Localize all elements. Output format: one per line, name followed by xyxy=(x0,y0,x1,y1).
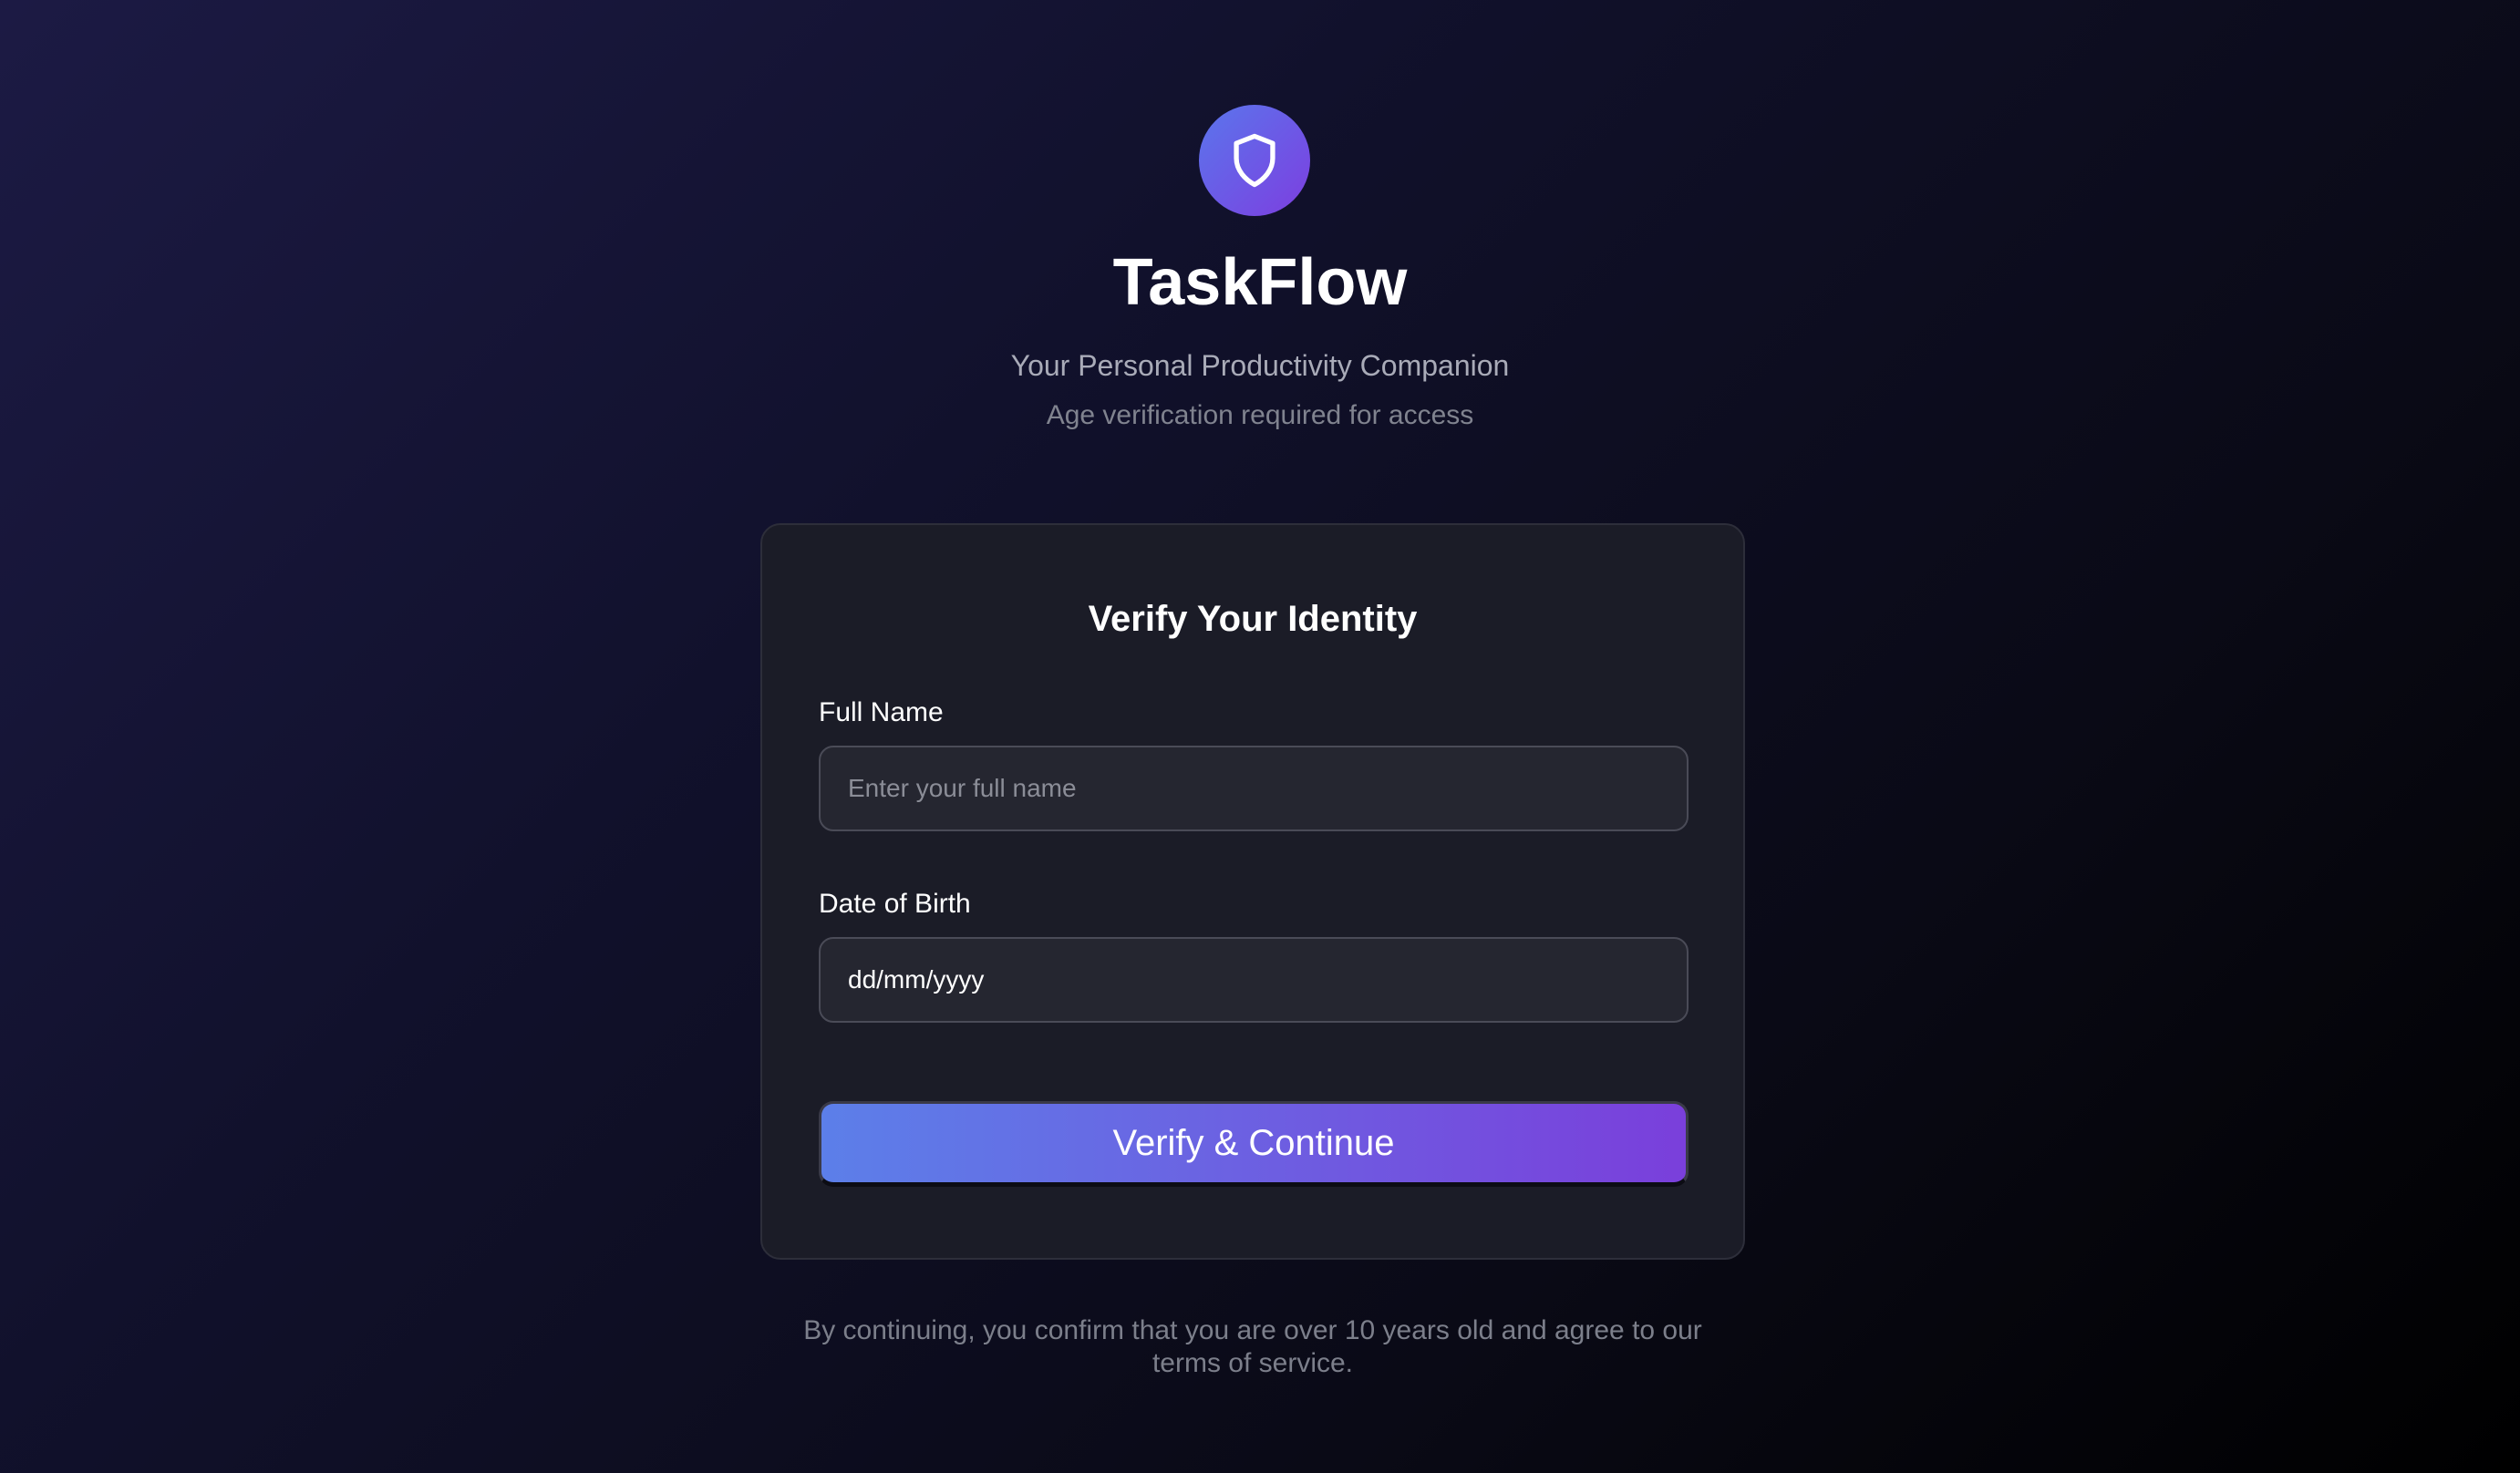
shield-icon xyxy=(1234,133,1275,188)
verify-continue-button[interactable]: Verify & Continue xyxy=(819,1101,1689,1187)
verification-card: Verify Your Identity Full Name Date of B… xyxy=(760,523,1745,1260)
full-name-input[interactable] xyxy=(819,746,1689,831)
terms-disclaimer: By continuing, you confirm that you are … xyxy=(803,1315,1702,1378)
age-verification-note: Age verification required for access xyxy=(1046,400,1474,430)
app-title: TaskFlow xyxy=(1112,246,1408,319)
card-heading: Verify Your Identity xyxy=(1088,599,1418,639)
date-of-birth-input[interactable]: dd/mm/yyyy xyxy=(819,937,1689,1023)
app-logo xyxy=(1199,105,1310,216)
date-of-birth-value: dd/mm/yyyy xyxy=(848,965,985,994)
date-of-birth-label: Date of Birth xyxy=(819,889,971,919)
full-name-label: Full Name xyxy=(819,697,944,727)
app-tagline: Your Personal Productivity Companion xyxy=(1010,349,1510,382)
